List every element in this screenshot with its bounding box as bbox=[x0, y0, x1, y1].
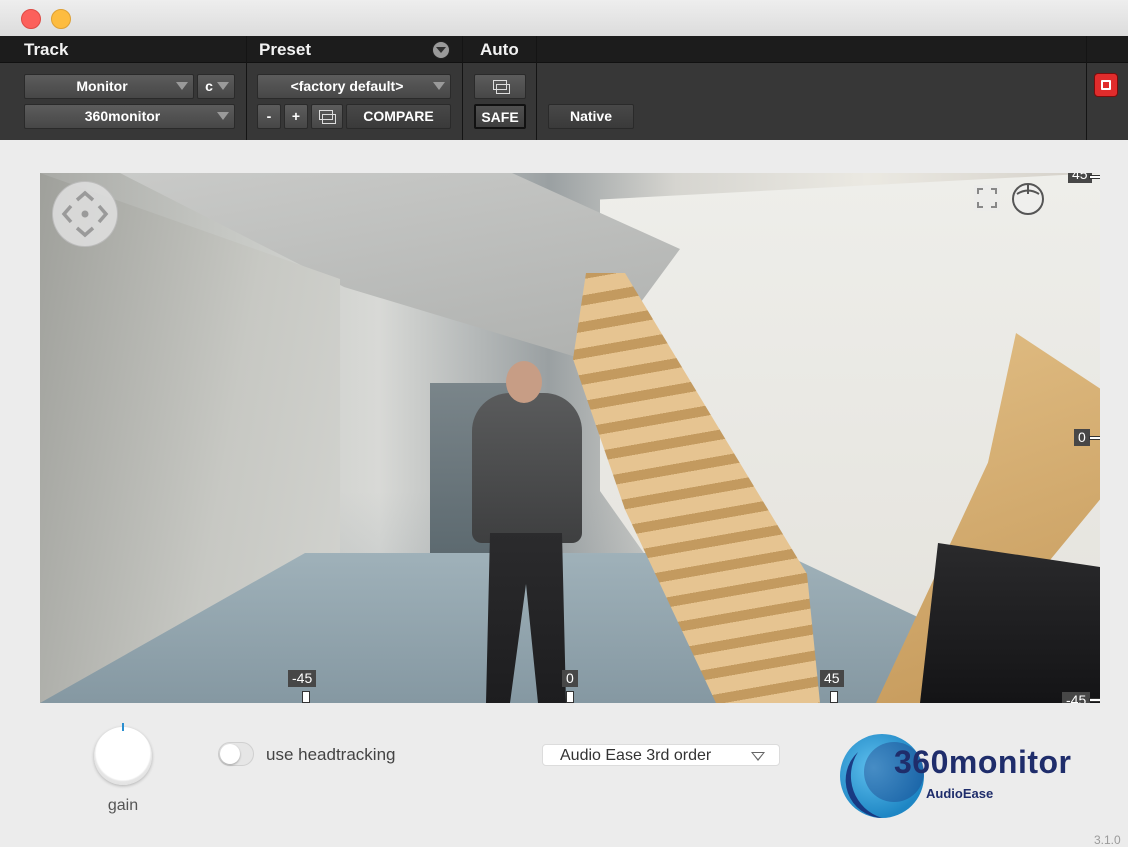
pitch-tick-mark bbox=[1089, 175, 1100, 179]
pitch-tick-mark bbox=[1089, 698, 1100, 702]
move-arrows-icon bbox=[61, 190, 109, 238]
preset-select[interactable]: <factory default> bbox=[257, 74, 451, 99]
copy-settings-button[interactable] bbox=[311, 104, 343, 129]
plugin-body: -45 0 45 45 0 -45 gain use headtracking … bbox=[0, 140, 1128, 847]
divider bbox=[462, 36, 463, 140]
minimize-window-button[interactable] bbox=[51, 9, 71, 29]
channel-select[interactable]: c bbox=[197, 74, 235, 99]
window-icon bbox=[493, 80, 510, 94]
bypass-button[interactable] bbox=[1094, 73, 1118, 97]
video-viewport[interactable]: -45 0 45 45 0 -45 bbox=[40, 173, 1100, 703]
automation-window-button[interactable] bbox=[474, 74, 526, 99]
yaw-tick-label: 0 bbox=[562, 670, 578, 687]
plugin-header: Track Preset Auto Monitor c 360monitor <… bbox=[0, 36, 1128, 140]
decoder-select[interactable]: Audio Ease 3rd order bbox=[542, 744, 780, 766]
track-select-value: Monitor bbox=[76, 78, 128, 94]
divider bbox=[246, 36, 247, 140]
yaw-tick-mark bbox=[566, 691, 574, 703]
track-heading: Track bbox=[24, 40, 69, 59]
pitch-tick-label: -45 bbox=[1062, 692, 1091, 703]
window-titlebar bbox=[0, 0, 1128, 37]
preset-heading: Preset bbox=[259, 40, 311, 59]
logo-subtitle: AudioEase bbox=[926, 786, 994, 801]
compass-icon[interactable] bbox=[1010, 181, 1046, 217]
compare-button[interactable]: COMPARE bbox=[346, 104, 451, 129]
pan-control[interactable] bbox=[52, 181, 118, 247]
previous-preset-button[interactable]: - bbox=[257, 104, 281, 129]
chevron-down-icon bbox=[217, 82, 229, 90]
version-label: 3.1.0 bbox=[1094, 833, 1121, 847]
preset-menu-button[interactable] bbox=[432, 41, 450, 59]
yaw-tick-mark bbox=[830, 691, 838, 703]
scene-person bbox=[472, 393, 582, 543]
scene-person-head bbox=[506, 361, 542, 403]
chevron-down-icon bbox=[751, 752, 765, 761]
yaw-tick-mark bbox=[302, 691, 310, 703]
headtracking-label: use headtracking bbox=[266, 745, 396, 764]
plugin-select[interactable]: 360monitor bbox=[24, 104, 235, 129]
pitch-tick-mark bbox=[1089, 436, 1100, 440]
divider bbox=[536, 36, 537, 140]
chevron-down-icon bbox=[217, 112, 229, 120]
track-select[interactable]: Monitor bbox=[24, 74, 194, 99]
headtracking-toggle[interactable] bbox=[218, 742, 254, 766]
auto-heading: Auto bbox=[480, 40, 519, 59]
yaw-tick-label: 45 bbox=[820, 670, 844, 687]
safe-button[interactable]: SAFE bbox=[474, 104, 526, 129]
yaw-tick-label: -45 bbox=[288, 670, 317, 687]
native-button[interactable]: Native bbox=[548, 104, 634, 129]
header-label-row: Track Preset Auto bbox=[0, 36, 1128, 63]
plugin-select-value: 360monitor bbox=[84, 108, 161, 124]
logo-text: 360monitor bbox=[894, 744, 1072, 780]
scene-keyboard bbox=[920, 543, 1100, 703]
chevron-down-icon bbox=[433, 82, 445, 90]
chevron-down-icon bbox=[176, 82, 188, 90]
close-window-button[interactable] bbox=[21, 9, 41, 29]
preset-select-value: <factory default> bbox=[290, 78, 404, 94]
divider bbox=[1086, 36, 1087, 140]
gain-knob[interactable] bbox=[94, 723, 152, 785]
gain-label: gain bbox=[107, 797, 139, 814]
window-icon bbox=[319, 110, 336, 124]
pitch-tick-label: 0 bbox=[1074, 429, 1090, 446]
decoder-select-value: Audio Ease 3rd order bbox=[560, 747, 712, 764]
next-preset-button[interactable]: + bbox=[284, 104, 308, 129]
fullscreen-icon[interactable] bbox=[974, 185, 1000, 211]
